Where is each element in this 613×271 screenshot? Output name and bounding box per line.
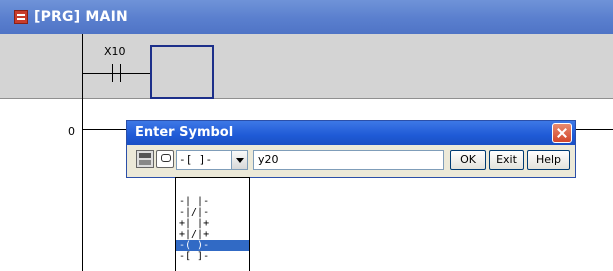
program-icon: [14, 10, 28, 24]
window-titlebar[interactable]: [PRG] MAIN: [0, 0, 613, 34]
dialog-title: Enter Symbol: [135, 125, 234, 140]
contact-line: [83, 73, 152, 74]
window-title: [PRG] MAIN: [34, 9, 128, 25]
edit-cursor[interactable]: [150, 45, 214, 99]
exit-button[interactable]: Exit: [489, 150, 524, 170]
step-number: 0: [68, 125, 75, 138]
dropdown-item[interactable]: -| |-: [176, 196, 249, 207]
enter-symbol-dialog: Enter Symbol -[ ]- y20 OK Exit Help: [126, 120, 576, 178]
help-button[interactable]: Help: [527, 150, 570, 170]
comment-icon[interactable]: [156, 150, 174, 168]
dropdown-item-selected[interactable]: -( )-: [176, 240, 249, 251]
dialog-titlebar[interactable]: Enter Symbol: [127, 121, 575, 145]
dropdown-item[interactable]: -[ ]-: [176, 251, 249, 262]
dropdown-blank-space: [176, 178, 249, 196]
left-power-rail: [82, 34, 83, 271]
symbol-input[interactable]: y20: [253, 150, 444, 170]
rung-area: [0, 34, 613, 99]
instruction-dropdown-list[interactable]: -| |- -|/|- +| |+ +|/|+ -( )- -[ ]-: [175, 177, 250, 271]
contact-left-bar: [112, 64, 113, 82]
contact-right-bar: [120, 64, 121, 82]
chevron-down-icon[interactable]: [231, 151, 247, 169]
contact-label: X10: [104, 45, 126, 58]
dropdown-item[interactable]: +|/|+: [176, 229, 249, 240]
instruction-select-value: -[ ]-: [179, 153, 213, 166]
rung-line-right: [576, 129, 613, 130]
ok-button[interactable]: OK: [450, 150, 486, 170]
dropdown-item[interactable]: -|/|-: [176, 207, 249, 218]
device-list-icon[interactable]: [136, 150, 154, 168]
instruction-select[interactable]: -[ ]-: [176, 150, 248, 170]
dropdown-item[interactable]: +| |+: [176, 218, 249, 229]
close-icon[interactable]: [552, 123, 572, 143]
